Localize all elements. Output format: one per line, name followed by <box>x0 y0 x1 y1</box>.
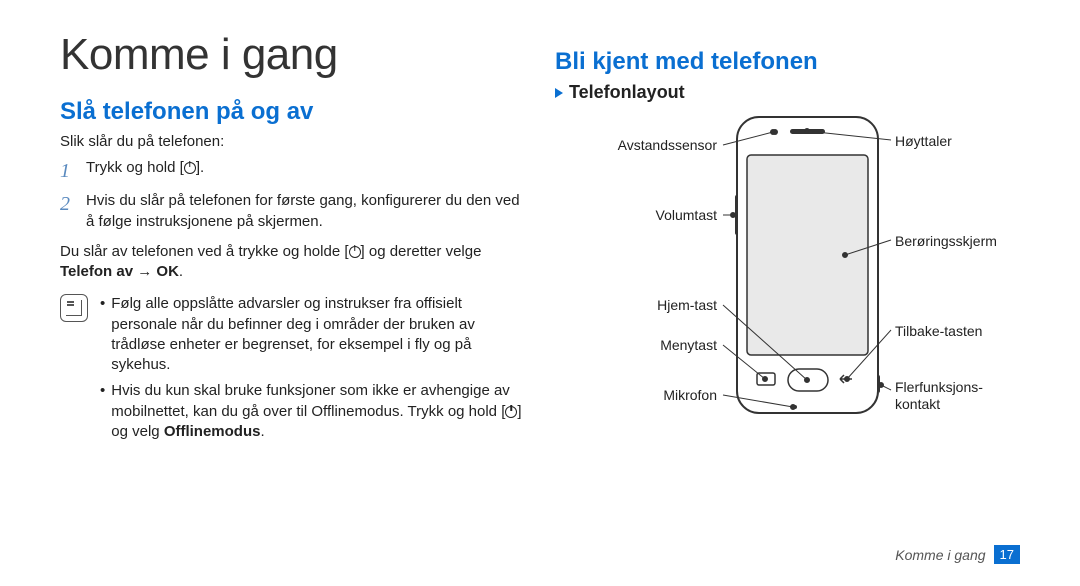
footer-section: Komme i gang <box>895 547 985 563</box>
right-column: Bli kjent med telefonen Telefonlayout <box>555 30 1020 475</box>
label-multijack: Flerfunksjons- kontakt <box>895 379 983 413</box>
note-list: • Følg alle oppslåtte advarsler og instr… <box>100 294 525 448</box>
label-proximity: Avstandssensor <box>618 137 717 154</box>
leader-lines <box>555 115 1015 475</box>
label-menu: Menytast <box>660 337 717 354</box>
step-1-text: Trykk og hold []. <box>86 158 204 185</box>
power-icon <box>184 162 196 174</box>
left-column: Komme i gang Slå telefonen på og av Slik… <box>60 30 525 475</box>
step-1: 1 Trykk og hold []. <box>60 158 525 185</box>
page-content: Komme i gang Slå telefonen på og av Slik… <box>0 0 1080 475</box>
section-power: Slå telefonen på og av <box>60 98 525 126</box>
label-speaker: Høyttaler <box>895 133 952 150</box>
page-footer: Komme i gang 17 <box>895 545 1020 564</box>
label-touch: Berøringsskjerm <box>895 233 997 250</box>
off-text: Du slår av telefonen ved å trykke og hol… <box>60 242 525 283</box>
label-home: Hjem-tast <box>657 297 717 314</box>
note-block: • Følg alle oppslåtte advarsler og instr… <box>60 294 525 448</box>
step-number-2: 2 <box>60 191 76 232</box>
note-icon <box>60 294 88 322</box>
note-item-2: • Hvis du kun skal bruke funksjoner som … <box>100 381 525 442</box>
label-back: Tilbake-tasten <box>895 323 982 340</box>
label-mic: Mikrofon <box>663 387 717 404</box>
label-volume: Volumtast <box>656 207 717 224</box>
power-icon <box>505 406 517 418</box>
section-getting-to-know: Bli kjent med telefonen <box>555 48 1020 76</box>
step-number-1: 1 <box>60 158 76 185</box>
chevron-icon <box>555 88 563 98</box>
page-number: 17 <box>994 545 1020 564</box>
intro-text: Slik slår du på telefonen: <box>60 132 525 152</box>
power-icon <box>349 246 361 258</box>
phone-diagram: Avstandssensor Volumtast Hjem-tast Menyt… <box>555 115 1015 475</box>
page-title: Komme i gang <box>60 30 525 80</box>
step-2-text: Hvis du slår på telefonen for første gan… <box>86 191 525 232</box>
note-item-1: • Følg alle oppslåtte advarsler og instr… <box>100 294 525 375</box>
step-2: 2 Hvis du slår på telefonen for første g… <box>60 191 525 232</box>
sub-heading-layout: Telefonlayout <box>555 82 1020 103</box>
